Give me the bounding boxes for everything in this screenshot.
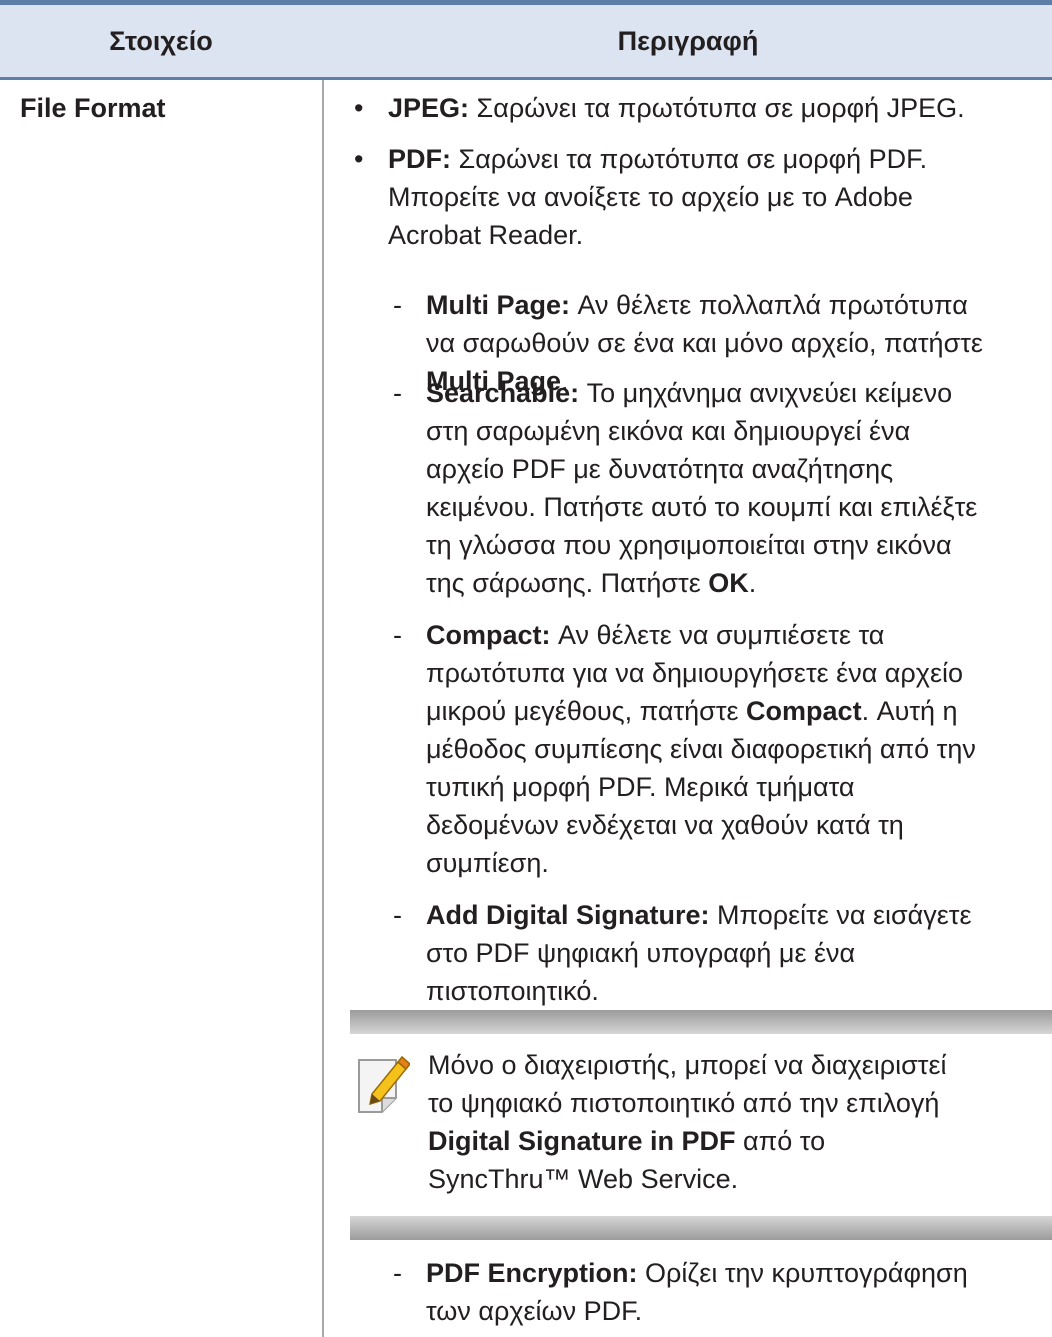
multipage-line2: να σαρωθούν σε ένα και μόνο αρχείο, πατή… xyxy=(426,328,983,358)
searchable-line1: Searchable: Το μηχάνημα ανιχνεύει κείμεν… xyxy=(426,378,953,408)
dash-marker: - xyxy=(393,900,402,930)
header-description: Περιγραφή xyxy=(617,26,759,56)
signature-line3: πιστοποιητικό. xyxy=(426,976,599,1006)
compact-line6: δεδομένων ενδέχεται να χαθούν κατά τη xyxy=(426,810,904,840)
note-line1: Μόνο ο διαχειριστής, μπορεί να διαχειρισ… xyxy=(428,1050,947,1080)
item-file-format: File Format xyxy=(20,93,166,123)
note-line3: Digital Signature in PDF από το xyxy=(428,1126,826,1156)
note-line2: το ψηφιακό πιστοποιητικό από την επιλογή xyxy=(428,1088,940,1118)
column-divider xyxy=(322,80,324,1337)
jpeg-description: JPEG: Σαρώνει τα πρωτότυπα σε μορφή JPEG… xyxy=(388,93,965,123)
note-line4: SyncThru™ Web Service. xyxy=(428,1164,739,1194)
encryption-line1: PDF Encryption: Ορίζει την κρυπτογράφηση xyxy=(426,1258,968,1288)
compact-line5: τυπική μορφή PDF. Μερικά τμήματα xyxy=(426,772,855,802)
bullet-icon: • xyxy=(354,93,364,123)
note-pencil-icon xyxy=(358,1055,410,1113)
searchable-line5: τη γλώσσα που χρησιμοποιείται στην εικόν… xyxy=(426,530,952,560)
pdf-description-line3: Acrobat Reader. xyxy=(388,220,584,250)
compact-line7: συμπίεση. xyxy=(426,848,549,878)
pdf-description-line2: Μπορείτε να ανοίξετε το αρχείο με το Ado… xyxy=(388,182,913,212)
note-bottom-bar xyxy=(350,1216,1052,1240)
dash-marker: - xyxy=(393,620,402,650)
searchable-line4: κειμένου. Πατήστε αυτό το κουμπί και επι… xyxy=(426,492,978,522)
dash-marker: - xyxy=(393,290,402,320)
compact-line2: πρωτότυπα για να δημιουργήσετε ένα αρχεί… xyxy=(426,658,963,688)
searchable-line6: της σάρωσης. Πατήστε OK. xyxy=(426,568,757,598)
pdf-description-line1: PDF: Σαρώνει τα πρωτότυπα σε μορφή PDF. xyxy=(388,144,928,174)
searchable-line2: στη σαρωμένη εικόνα και δημιουργεί ένα xyxy=(426,416,911,446)
signature-line1: Add Digital Signature: Μπορείτε να εισάγ… xyxy=(426,900,972,930)
encryption-line2: των αρχείων PDF. xyxy=(426,1296,643,1326)
header-item: Στοιχείο xyxy=(109,26,213,56)
searchable-line3: αρχείο PDF με δυνατότητα αναζήτησης xyxy=(426,454,894,484)
dash-marker: - xyxy=(393,1258,402,1288)
note-top-bar xyxy=(350,1010,1052,1034)
compact-line4: μέθοδος συμπίεσης είναι διαφορετική από … xyxy=(426,734,976,764)
compact-line1: Compact: Αν θέλετε να συμπιέσετε τα xyxy=(426,620,885,650)
compact-line3: μικρού μεγέθους, πατήστε Compact. Αυτή η xyxy=(426,696,958,726)
multipage-line1: Multi Page: Αν θέλετε πολλαπλά πρωτότυπα xyxy=(426,290,968,320)
header-rule xyxy=(0,77,1052,80)
dash-marker: - xyxy=(393,378,402,408)
bullet-icon: • xyxy=(354,144,364,174)
signature-line2: στο PDF ψηφιακή υπογραφή με ένα xyxy=(426,938,856,968)
